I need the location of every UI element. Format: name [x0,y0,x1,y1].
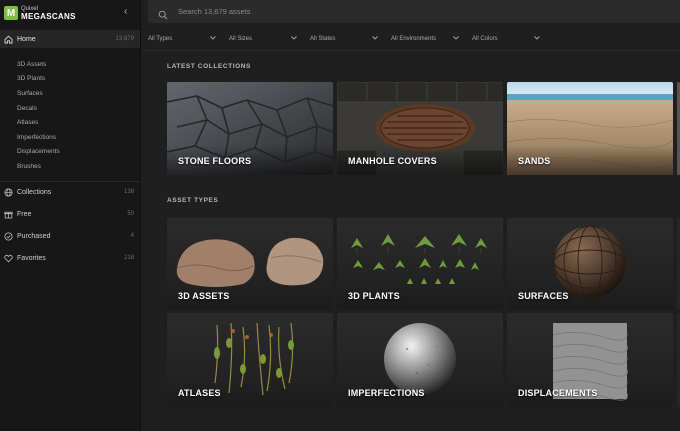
sidebar-item-decals[interactable]: Decals [0,101,140,116]
filter-label: All Types [148,36,173,42]
sidebar-item-count: 4 [130,233,134,239]
sidebar-item-purchased[interactable]: Purchased 4 [0,228,140,244]
chevron-down-icon [372,36,378,40]
filter-sizes-dropdown[interactable]: All Sizes [229,28,301,50]
sidebar-item-label: Home [17,35,36,43]
filter-states-dropdown[interactable]: All States [310,28,382,50]
brand[interactable]: M Quixel MEGASCANS [4,4,76,22]
search-icon [158,7,168,19]
card-title: STONE FLOORS [178,156,252,166]
globe-icon [4,188,13,197]
collapse-sidebar-icon[interactable]: ‹ [124,6,127,17]
asset-types-heading: ASSET TYPES [167,197,219,204]
sidebar-item-3d-assets[interactable]: 3D Assets [0,57,140,72]
sidebar-item-brushes[interactable]: Brushes [0,159,140,174]
chevron-down-icon [534,36,540,40]
sidebar-item-label: Favorites [17,254,46,262]
filter-label: All Sizes [229,36,253,42]
sidebar-item-free[interactable]: Free 50 [0,206,140,222]
asset-type-card-displacements[interactable]: DISPLACEMENTS [507,313,673,407]
sidebar: M Quixel MEGASCANS ‹ Home 13,679 3D Asse… [0,0,141,431]
sidebar-item-displacements[interactable]: Displacements [0,145,140,160]
sidebar-item-3d-plants[interactable]: 3D Plants [0,72,140,87]
sidebar-item-label: Purchased [17,232,51,240]
filter-label: All Environments [391,36,437,42]
card-title: DISPLACEMENTS [518,388,598,398]
gift-icon [4,210,13,219]
brand-line2: MEGASCANS [21,12,76,21]
sidebar-item-label: Free [17,210,32,218]
asset-type-card-3d-plants[interactable]: 3D PLANTS [337,218,503,310]
brand-text: Quixel MEGASCANS [21,6,76,21]
latest-collections-heading: LATEST COLLECTIONS [167,63,251,70]
card-title: SANDS [518,156,551,166]
filter-types-dropdown[interactable]: All Types [148,28,220,50]
collection-card-sands[interactable]: SANDS [507,82,673,175]
sidebar-item-count: 50 [127,211,134,217]
sidebar-divider [0,181,140,182]
sidebar-item-collections[interactable]: Collections 138 [0,184,140,200]
sidebar-item-label: Collections [17,188,52,196]
chevron-down-icon [453,36,459,40]
asset-type-card-3d-assets[interactable]: 3D ASSETS [167,218,333,310]
collection-card-stone-floors[interactable]: STONE FLOORS [167,82,333,175]
sidebar-item-imperfections[interactable]: Imperfections [0,130,140,145]
chevron-down-icon [210,36,216,40]
asset-type-card-imperfections[interactable]: IMPERFECTIONS [337,313,503,407]
chevron-down-icon [291,36,297,40]
card-title: ATLASES [178,388,221,398]
sidebar-item-favorites[interactable]: Favorites 218 [0,250,140,266]
sidebar-item-atlases[interactable]: Atlases [0,115,140,130]
card-title: 3D PLANTS [348,291,400,301]
asset-type-list: 3D Assets 3D Plants Surfaces Decals Atla… [0,57,140,174]
sidebar-item-count: 138 [123,189,134,195]
megascans-logo: M [4,6,18,20]
filter-label: All Colors [472,36,498,42]
home-icon [4,35,13,44]
sidebar-item-surfaces[interactable]: Surfaces [0,86,140,101]
asset-type-card-surfaces[interactable]: SURFACES [507,218,673,310]
card-title: 3D ASSETS [178,291,230,301]
sidebar-item-count: 218 [123,255,134,261]
search-input[interactable] [178,7,478,16]
asset-type-card-atlases[interactable]: ATLASES [167,313,333,407]
card-title: MANHOLE COVERS [348,156,437,166]
sidebar-item-home[interactable]: Home 13,679 [0,30,140,48]
card-title: IMPERFECTIONS [348,388,425,398]
filter-colors-dropdown[interactable]: All Colors [472,28,544,50]
sidebar-item-count: 13,679 [115,36,134,42]
check-circle-icon [4,232,13,241]
filter-bar: All Types All Sizes All States All Envir… [142,28,680,51]
collection-card-manhole-covers[interactable]: MANHOLE COVERS [337,82,503,175]
filter-environments-dropdown[interactable]: All Environments [391,28,463,50]
filter-label: All States [310,36,336,42]
heart-icon [4,254,13,263]
card-title: SURFACES [518,291,569,301]
search-bar [148,0,680,23]
